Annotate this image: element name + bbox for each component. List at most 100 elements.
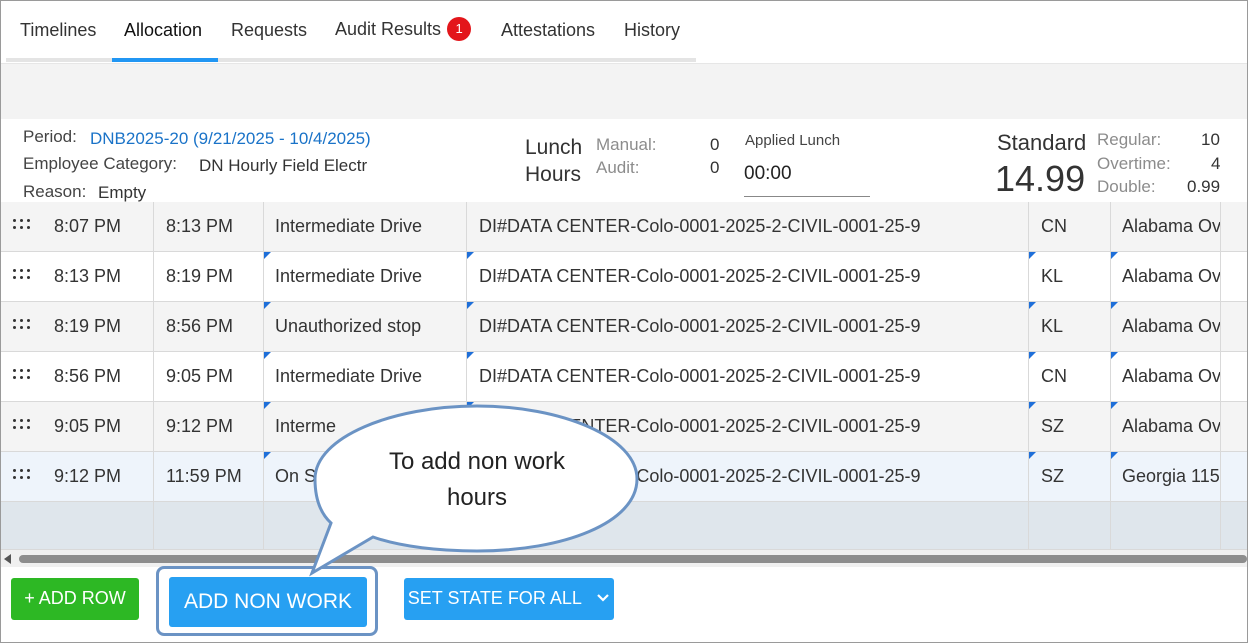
job-cell[interactable]: DI#DATA CENTER-Colo-0001-2025-2-CIVIL-00… — [467, 202, 1029, 252]
end-time-cell[interactable]: 8:19 PM — [154, 252, 264, 302]
add-row-button[interactable]: + ADD ROW — [11, 578, 139, 620]
callout-line1: To add non work — [388, 448, 566, 475]
scrollbar-thumb[interactable] — [19, 555, 1247, 563]
horizontal-scrollbar[interactable] — [1, 550, 1247, 567]
activity-cell[interactable]: Intermediate Drive — [264, 252, 467, 302]
tab-history[interactable]: History — [624, 1, 680, 62]
reason-label: Reason: — [23, 182, 87, 201]
edit-marker-icon — [264, 352, 271, 359]
tab-label: Attestations — [501, 20, 596, 40]
edit-marker-icon — [467, 252, 474, 259]
edit-marker-icon — [1111, 452, 1118, 459]
job-cell[interactable]: DI#DATA CENTER-Colo-0001-2025-2-CIVIL-00… — [467, 252, 1029, 302]
applied-lunch-input[interactable]: 00:00 — [744, 159, 870, 197]
lunch-title-line2: Hours — [525, 163, 582, 186]
table-row[interactable]: 8:56 PM 9:05 PM Intermediate Drive DI#DA… — [1, 352, 1247, 402]
code-text: CN — [1041, 366, 1067, 386]
empty-cell — [1, 502, 154, 550]
end-time-cell[interactable]: 8:13 PM — [154, 202, 264, 252]
job-cell[interactable]: DI#DATA CENTER-Colo-0001-2025-2-CIVIL-00… — [467, 302, 1029, 352]
activity-text: Intermediate Drive — [275, 366, 423, 386]
chevron-down-icon — [597, 594, 609, 602]
table-row[interactable]: 9:05 PM 9:12 PM Interme DI#DATA CENTER-C… — [1, 402, 1247, 452]
edit-marker-icon — [264, 452, 271, 459]
start-time-cell[interactable]: 8:07 PM — [1, 202, 154, 252]
table-row[interactable]: 8:07 PM 8:13 PM Intermediate Drive DI#DA… — [1, 202, 1247, 252]
start-time-cell[interactable]: 9:12 PM — [1, 452, 154, 502]
end-time-cell[interactable]: 9:12 PM — [154, 402, 264, 452]
location-text: Alabama Ov — [1122, 416, 1221, 436]
edit-marker-icon — [264, 252, 271, 259]
callout-line2: hours — [446, 484, 508, 511]
edit-marker-icon — [1029, 402, 1036, 409]
location-text: Alabama Ov — [1122, 316, 1221, 336]
code-cell[interactable]: KL — [1029, 252, 1111, 302]
location-cell[interactable]: Alabama Ov — [1111, 402, 1221, 452]
job-text: DI#DATA CENTER-Colo-0001-2025-2-CIVIL-00… — [479, 316, 921, 336]
table-row[interactable]: 9:12 PM 11:59 PM On S DI#DATA CENTER-Col… — [1, 452, 1247, 502]
empty-cell — [1111, 502, 1221, 550]
regular-label: Regular: — [1097, 130, 1162, 149]
scroll-left-icon[interactable] — [4, 554, 11, 564]
manual-label: Manual: — [596, 135, 657, 154]
standard-label: Standard — [997, 130, 1087, 155]
allocation-screen: Timelines Allocation Requests Audit Resu… — [0, 0, 1248, 643]
audit-count-badge: 1 — [447, 17, 472, 41]
tab-attestations[interactable]: Attestations — [501, 1, 595, 62]
code-text: SZ — [1041, 466, 1065, 486]
edit-marker-icon — [1111, 352, 1118, 359]
location-text: Alabama Ov — [1122, 366, 1221, 386]
start-time-cell[interactable]: 8:19 PM — [1, 302, 154, 352]
location-cell[interactable]: Georgia 115 — [1111, 452, 1221, 502]
double-value: 0.99 — [1187, 177, 1221, 196]
tab-allocation[interactable]: Allocation — [124, 1, 202, 62]
overtime-value: 4 — [1211, 154, 1221, 173]
activity-cell[interactable]: Unauthorized stop — [264, 302, 467, 352]
standard-hours-value: 14.99 — [995, 158, 1086, 199]
callout-text: To add non work hours — [336, 444, 618, 516]
location-cell[interactable]: Alabama Ov — [1111, 352, 1221, 402]
tab-requests[interactable]: Requests — [231, 1, 307, 62]
code-cell[interactable]: CN — [1029, 352, 1111, 402]
tab-label: Requests — [231, 20, 308, 40]
tab-label: History — [624, 20, 681, 40]
job-cell[interactable]: DI#DATA CENTER-Colo-0001-2025-2-CIVIL-00… — [467, 352, 1029, 402]
code-cell[interactable]: SZ — [1029, 452, 1111, 502]
start-time-cell[interactable]: 8:13 PM — [1, 252, 154, 302]
job-text: DI#DATA CENTER-Colo-0001-2025-2-CIVIL-00… — [479, 266, 921, 286]
code-cell[interactable]: CN — [1029, 202, 1111, 252]
activity-cell[interactable]: Intermediate Drive — [264, 202, 467, 252]
applied-lunch-label: Applied Lunch — [745, 132, 841, 149]
edit-marker-icon — [1111, 402, 1118, 409]
location-cell[interactable]: Alabama Ov — [1111, 202, 1221, 252]
code-text: KL — [1041, 266, 1064, 286]
code-cell[interactable]: SZ — [1029, 402, 1111, 452]
activity-text: Intermediate Drive — [275, 266, 423, 286]
table-row[interactable]: 8:13 PM 8:19 PM Intermediate Drive DI#DA… — [1, 252, 1247, 302]
period-link[interactable]: DNB2025-20 (9/21/2025 - 10/4/2025) — [90, 129, 371, 149]
tab-timelines[interactable]: Timelines — [20, 1, 96, 62]
activity-text: Interme — [275, 416, 337, 436]
start-time-cell[interactable]: 8:56 PM — [1, 352, 154, 402]
job-text: DI#DATA CENTER-Colo-0001-2025-2-CIVIL-00… — [479, 366, 921, 386]
tab-audit-results[interactable]: Audit Results 1 — [335, 1, 472, 62]
empty-cell — [154, 502, 264, 550]
add-non-work-button[interactable]: ADD NON WORK — [169, 577, 367, 627]
set-state-label: SET STATE FOR ALL — [407, 588, 582, 608]
location-text: Georgia 115 — [1122, 466, 1220, 486]
end-time-cell[interactable]: 9:05 PM — [154, 352, 264, 402]
end-time-cell[interactable]: 11:59 PM — [154, 452, 264, 502]
end-time-cell[interactable]: 8:56 PM — [154, 302, 264, 352]
table-row[interactable]: 8:19 PM 8:56 PM Unauthorized stop DI#DAT… — [1, 302, 1247, 352]
edit-marker-icon — [1029, 452, 1036, 459]
edit-marker-icon — [467, 402, 474, 409]
start-time-cell[interactable]: 9:05 PM — [1, 402, 154, 452]
set-state-for-all-button[interactable]: SET STATE FOR ALL — [404, 578, 614, 620]
employee-category-value: DN Hourly Field Electr — [199, 156, 368, 175]
location-cell[interactable]: Alabama Ov — [1111, 302, 1221, 352]
location-cell[interactable]: Alabama Ov — [1111, 252, 1221, 302]
location-text: Alabama Ov — [1122, 266, 1221, 286]
code-cell[interactable]: KL — [1029, 302, 1111, 352]
activity-cell[interactable]: Intermediate Drive — [264, 352, 467, 402]
overtime-label: Overtime: — [1097, 154, 1171, 173]
